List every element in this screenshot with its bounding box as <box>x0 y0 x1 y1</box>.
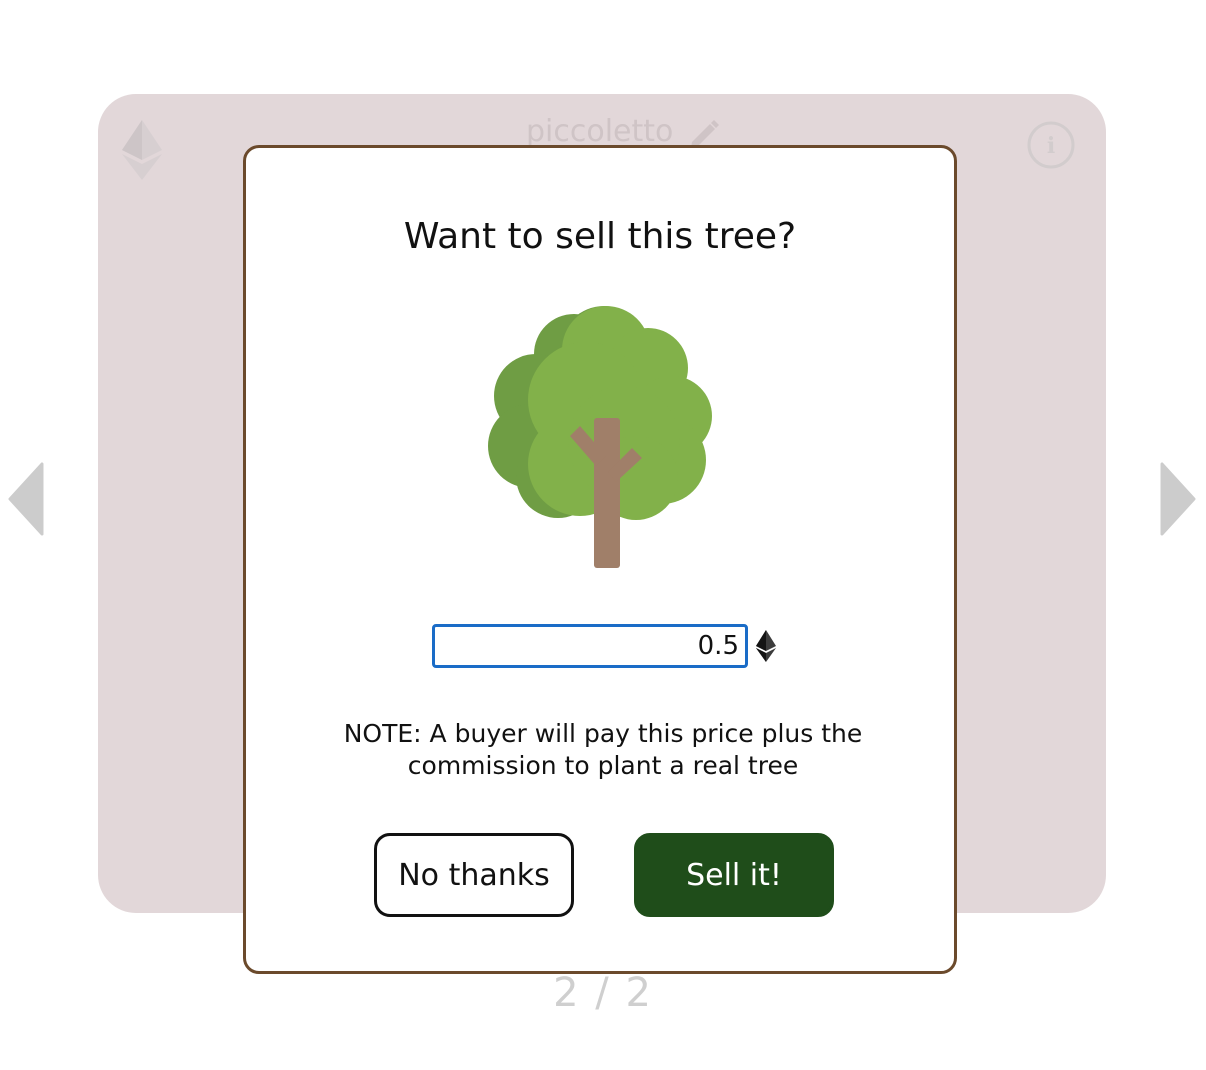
sell-dialog: Want to sell this tree? NOTE: A buyer wi… <box>243 145 957 974</box>
commission-note: NOTE: A buyer will pay this price plus t… <box>343 719 863 780</box>
tree-icon <box>488 306 712 568</box>
arrow-right-icon[interactable] <box>1160 462 1196 536</box>
info-icon[interactable]: i <box>1026 120 1076 170</box>
sell-it-button[interactable]: Sell it! <box>634 833 834 917</box>
arrow-left-icon[interactable] <box>8 462 44 536</box>
card-tree-name[interactable]: piccoletto <box>526 114 673 149</box>
pager-indicator: 2 / 2 <box>553 970 653 1016</box>
ethereum-icon <box>756 630 776 662</box>
price-row <box>432 624 782 670</box>
ethereum-icon <box>122 120 162 180</box>
price-input[interactable] <box>432 624 748 668</box>
svg-text:i: i <box>1047 133 1055 159</box>
dialog-title: Want to sell this tree? <box>403 216 797 257</box>
no-thanks-button[interactable]: No thanks <box>374 833 574 917</box>
